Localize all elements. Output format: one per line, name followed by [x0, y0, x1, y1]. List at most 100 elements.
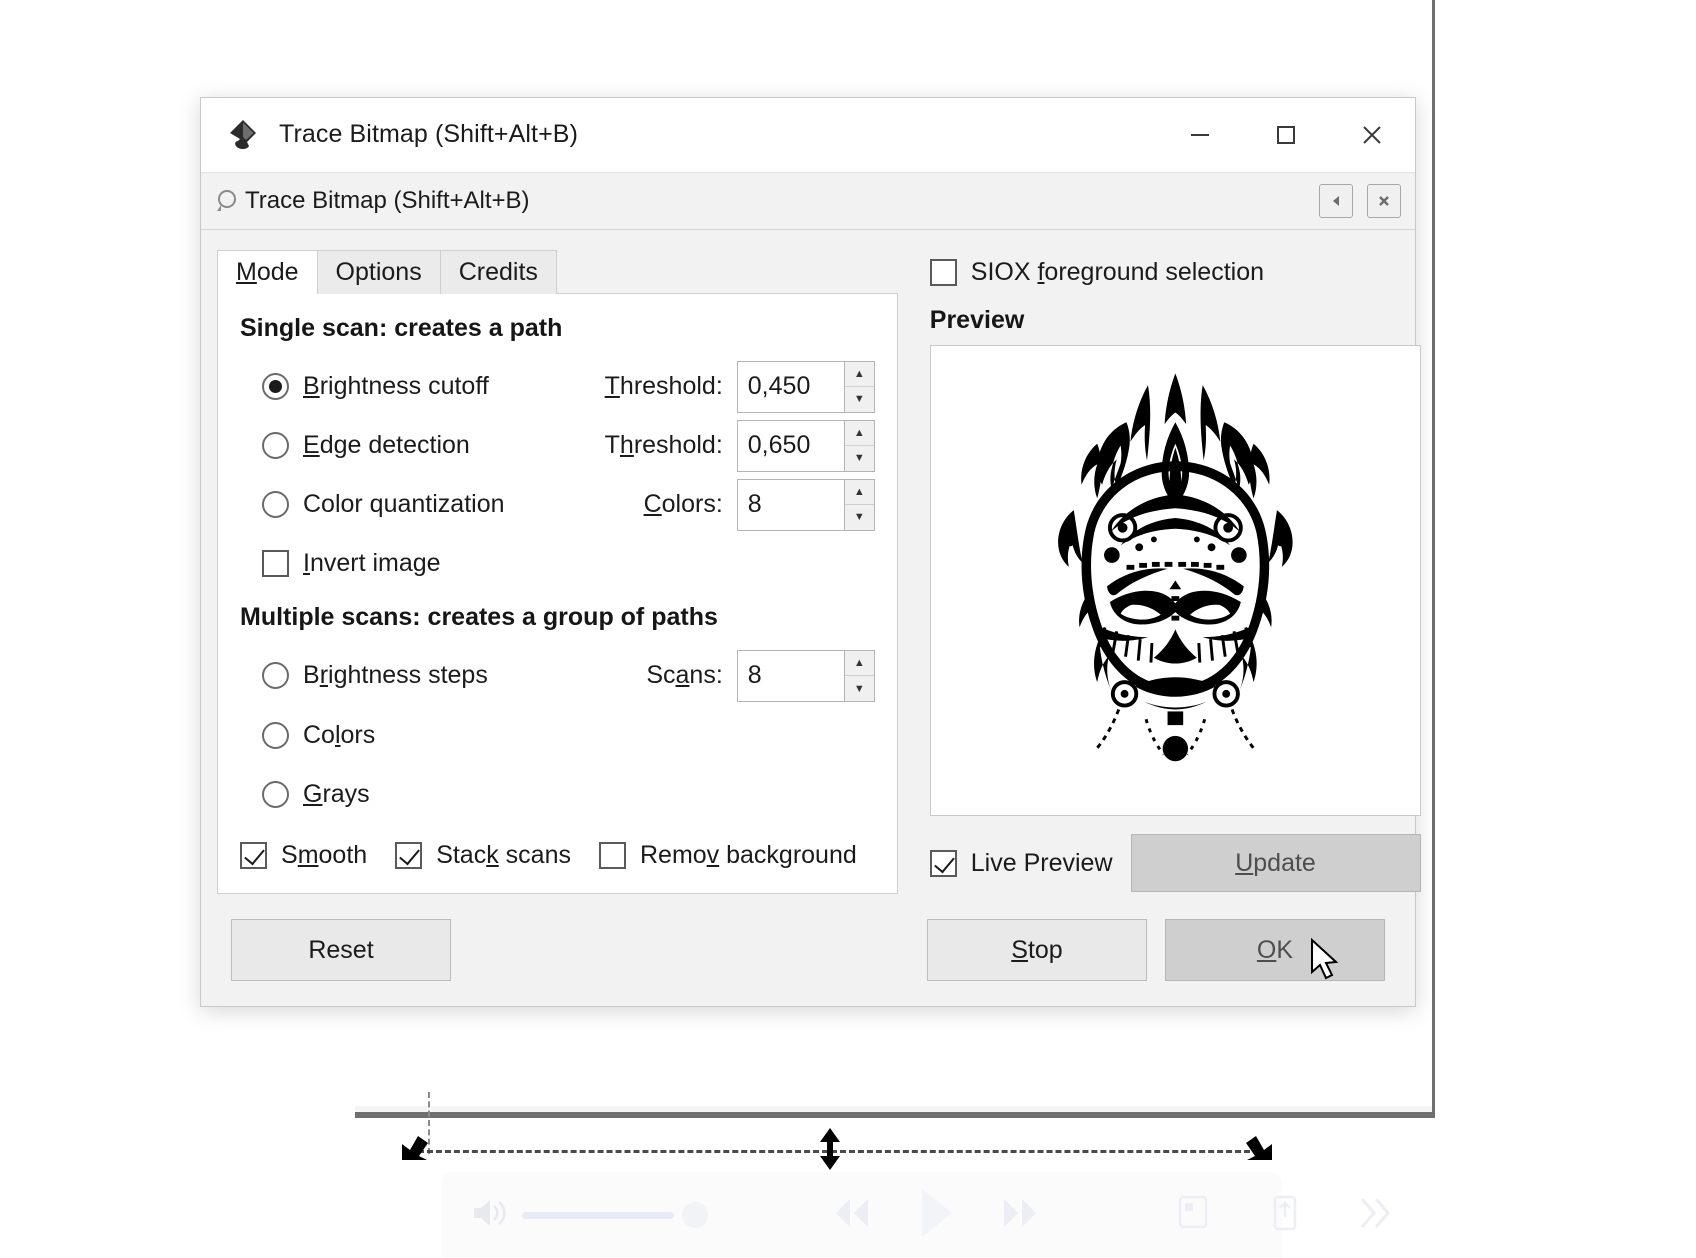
row-grays: Grays [240, 765, 875, 824]
checkbox-remove-background[interactable]: Remov background [598, 841, 857, 870]
colors-spinner[interactable]: 8 ▲ ▼ [736, 478, 875, 531]
row-invert-image: Invert image [240, 534, 875, 593]
tab-credits[interactable]: Credits [439, 250, 557, 294]
minimize-button[interactable] [1157, 99, 1243, 171]
media-actions-group[interactable] [1176, 1191, 1398, 1240]
tab-credits-label: Credits [458, 258, 538, 286]
threshold-brightness-spinner[interactable]: 0,450 ▲ ▼ [736, 360, 875, 413]
checkbox-stack-scans[interactable]: Stack scans [395, 841, 571, 870]
scans-spinner[interactable]: 8 ▲ ▼ [736, 649, 875, 702]
colors-stepper[interactable]: ▲ ▼ [844, 478, 875, 531]
dialog-body: Mode Options Credits Single scan: create… [201, 230, 1421, 894]
radio-color-quantization-indicator [262, 491, 289, 519]
radio-grays-label: rays [322, 779, 370, 808]
threshold-brightness-stepper[interactable]: ▲ ▼ [844, 360, 875, 413]
window-title: Trace Bitmap (Shift+Alt+B) [279, 120, 578, 148]
play-icon[interactable] [916, 1187, 956, 1244]
checkbox-stack-scans-label: scans [498, 840, 571, 869]
stepper-down-icon[interactable]: ▼ [845, 446, 874, 471]
media-transport-group[interactable] [828, 1187, 1044, 1244]
fast-forward-icon[interactable] [998, 1193, 1044, 1238]
tab-mode[interactable]: Mode [217, 250, 318, 294]
checkbox-siox-indicator [929, 258, 957, 286]
media-volume-group[interactable] [470, 1196, 708, 1235]
colors-label: Colors: [643, 490, 723, 519]
ok-button[interactable]: OK [1165, 919, 1385, 981]
radio-colors-label: ors [340, 720, 376, 749]
checkbox-invert-image[interactable]: Invert image [262, 549, 441, 578]
stepper-down-icon[interactable]: ▼ [845, 676, 874, 701]
stepper-up-icon[interactable]: ▲ [844, 362, 874, 388]
checkbox-smooth[interactable]: Smooth [240, 841, 367, 870]
radio-colors[interactable]: Colors [262, 721, 375, 750]
screen-share-icon[interactable] [1176, 1192, 1216, 1239]
selection-handle-right[interactable] [1240, 1130, 1276, 1166]
stop-button[interactable]: Stop [927, 919, 1147, 981]
checkbox-live-preview-indicator [929, 849, 957, 877]
window-titlebar[interactable]: Trace Bitmap (Shift+Alt+B) [201, 98, 1415, 172]
threshold-brightness-label: Threshold: [604, 372, 723, 401]
tab-options[interactable]: Options [316, 250, 441, 294]
preview-heading: Preview [929, 306, 1025, 334]
update-button-label: pdate [1253, 848, 1316, 877]
radio-brightness-cutoff[interactable]: Brightness cutoff [262, 372, 489, 401]
colors-input[interactable]: 8 [736, 478, 845, 531]
scans-input[interactable]: 8 [736, 649, 845, 702]
selection-handle-left[interactable] [398, 1130, 434, 1166]
reset-button[interactable]: Reset [231, 919, 451, 981]
row-brightness-steps: Brightness steps Scans: 8 ▲ ▼ [240, 646, 875, 705]
stepper-up-icon[interactable]: ▲ [844, 480, 874, 506]
radio-brightness-steps[interactable]: Brightness steps [262, 661, 488, 690]
mode-column: Mode Options Credits Single scan: create… [217, 248, 898, 894]
threshold-edge-input[interactable]: 0,650 [736, 419, 845, 472]
tab-mode-label: ode [256, 258, 299, 286]
row-colors: Colors [240, 705, 875, 764]
checkbox-live-preview[interactable]: Live Preview [929, 849, 1113, 878]
stepper-up-icon[interactable]: ▲ [844, 651, 874, 677]
radio-edge-detection[interactable]: Edge detection [262, 431, 470, 460]
selection-handle-middle[interactable] [818, 1128, 854, 1170]
scans-stepper[interactable]: ▲ ▼ [844, 649, 875, 702]
multiple-scans-heading: Multiple scans: creates a group of paths [240, 603, 718, 632]
next-icon[interactable] [1354, 1193, 1398, 1238]
checkbox-siox[interactable]: SIOX foreground selection [929, 248, 1421, 296]
checkbox-remove-background-indicator [598, 841, 626, 869]
radio-edge-detection-indicator [262, 432, 289, 460]
radio-color-quantization[interactable]: Color quantization [262, 490, 505, 519]
tabstrip: Mode Options Credits [217, 248, 898, 294]
dialog-dock-icon [209, 184, 243, 218]
media-player-bar [442, 1172, 1390, 1258]
threshold-edge-spinner[interactable]: 0,650 ▲ ▼ [736, 419, 875, 472]
upload-icon[interactable] [1268, 1191, 1302, 1240]
dialog-footer: Reset Stop OK [201, 894, 1415, 1006]
radio-brightness-cutoff-indicator [262, 373, 289, 401]
threshold-edge-stepper[interactable]: ▲ ▼ [844, 419, 875, 472]
rewind-icon[interactable] [828, 1193, 874, 1238]
checkbox-siox-label: oreground selection [1044, 257, 1265, 286]
scan-options-checkrow: Smooth Stack scans Remov background [240, 828, 875, 883]
update-button[interactable]: Update [1130, 834, 1421, 892]
stepper-down-icon[interactable]: ▼ [845, 387, 874, 412]
volume-slider-knob[interactable] [682, 1202, 708, 1228]
volume-slider-track[interactable] [522, 1211, 674, 1219]
volume-icon[interactable] [470, 1196, 510, 1235]
scans-label: Scans: [646, 661, 723, 690]
preview-column: SIOX foreground selection Preview Live P… [912, 248, 1421, 894]
tab-options-label: Options [335, 258, 422, 286]
radio-grays-indicator [262, 780, 289, 808]
stepper-up-icon[interactable]: ▲ [844, 421, 874, 447]
radio-brightness-steps-indicator [262, 662, 289, 690]
stepper-down-icon[interactable]: ▼ [845, 505, 874, 530]
dock-close-button[interactable] [1367, 184, 1401, 218]
radio-grays[interactable]: Grays [262, 780, 370, 809]
maximize-button[interactable] [1243, 99, 1329, 171]
radio-brightness-cutoff-label: rightness cutoff [319, 372, 489, 401]
threshold-edge-label: Threshold: [604, 431, 723, 460]
close-button[interactable] [1329, 99, 1415, 171]
radio-colors-indicator [262, 721, 289, 749]
threshold-brightness-input[interactable]: 0,450 [736, 360, 845, 413]
radio-color-quantization-label: Color quantization [303, 490, 505, 519]
undock-button[interactable] [1319, 184, 1353, 218]
radio-brightness-steps-label: ightness steps [328, 661, 488, 690]
dock-titlebar: Trace Bitmap (Shift+Alt+B) [201, 172, 1415, 230]
